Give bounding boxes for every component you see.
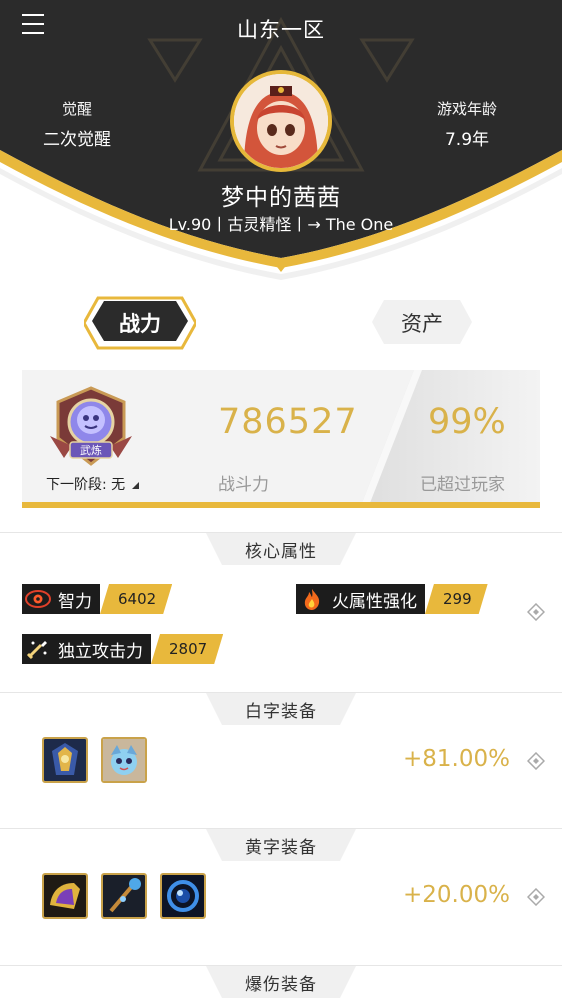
yellow-gear-title: 黄字装备: [245, 837, 317, 858]
next-stage-label[interactable]: 下一阶段: 无: [46, 474, 139, 494]
equipment-slot[interactable]: [101, 873, 147, 919]
attr-name: 独立攻击力: [54, 634, 151, 664]
server-name[interactable]: 山东一区: [0, 14, 562, 44]
percent-value: 99%: [428, 402, 506, 442]
equipment-slot[interactable]: [42, 873, 88, 919]
caret-icon: [131, 482, 139, 489]
white-gear-title: 白字装备: [245, 701, 317, 722]
avatar[interactable]: [230, 70, 332, 172]
next-stage-text: 下一阶段: 无: [46, 477, 126, 493]
tab-assets-label: 资产: [401, 312, 443, 336]
equipment-pet-icon: [103, 739, 145, 781]
attr-value-tag: 299: [425, 584, 488, 614]
equipment-slot[interactable]: [160, 873, 206, 919]
attr-name: 智力: [54, 584, 100, 614]
yellow-gear-bonus: +20.00%: [403, 882, 510, 908]
equipment-slot[interactable]: [42, 737, 88, 783]
attr-independent-attack: 独立攻击力 2807: [22, 634, 224, 664]
attr-value-tag: 2807: [151, 634, 224, 664]
tab-power[interactable]: 战力: [84, 296, 196, 350]
eye-icon: [22, 584, 54, 614]
rank-badge-text: 武炼: [80, 443, 102, 457]
power-label: 战斗力: [218, 475, 269, 495]
section-title-crit-gear: 爆伤装备: [206, 966, 356, 998]
fire-icon: [296, 584, 328, 614]
tab-power-label: 战力: [119, 312, 161, 336]
game-age-label: 游戏年龄: [436, 100, 497, 118]
power-card-accent-bar: [22, 502, 540, 508]
section-title-core: 核心属性: [206, 533, 356, 565]
equipment-shoulder-icon: [44, 875, 86, 917]
game-age-value: 7.9年: [444, 130, 490, 150]
rank-badge-icon: 武炼: [46, 384, 136, 470]
attr-value: 2807: [169, 640, 208, 658]
attr-name: 火属性强化: [328, 584, 425, 614]
player-name: 梦中的茜茜: [221, 185, 341, 211]
core-title: 核心属性: [245, 541, 317, 562]
profile-header: 山东一区 觉醒 二次觉醒 游戏年龄 7.9年 梦中的茜茜 Lv.90丨古灵精怪丨…: [0, 0, 562, 290]
avatar-portrait-icon: [234, 74, 328, 168]
crit-gear-title: 爆伤装备: [245, 974, 317, 995]
awaken-value: 二次觉醒: [43, 130, 111, 150]
tab-bar: 战力 资产: [0, 296, 562, 356]
section-title-yellow-gear: 黄字装备: [206, 829, 356, 861]
white-gear-bonus: +81.00%: [403, 746, 510, 772]
attr-intelligence: 智力 6402: [22, 584, 173, 614]
power-value: 786527: [218, 402, 358, 442]
attr-fire-enhance: 火属性强化 299: [296, 584, 488, 614]
equipment-orb-icon: [162, 875, 204, 917]
equipment-slot[interactable]: [101, 737, 147, 783]
percent-label: 已超过玩家: [420, 475, 505, 495]
game-age-stat: 游戏年龄 7.9年: [402, 98, 532, 150]
power-card: 武炼 下一阶段: 无 786527 战斗力 99% 已超过玩家: [22, 370, 540, 508]
player-info: Lv.90丨古灵精怪丨→ The One: [168, 215, 394, 234]
diamond-expand-icon[interactable]: [526, 602, 546, 622]
attr-value-tag: 6402: [100, 584, 173, 614]
equipment-armor-icon: [44, 739, 86, 781]
awaken-label: 觉醒: [61, 100, 92, 118]
awaken-stat: 觉醒 二次觉醒: [12, 98, 142, 150]
equipment-staff-icon: [103, 875, 145, 917]
sword-icon: [22, 634, 54, 664]
section-title-white-gear: 白字装备: [206, 693, 356, 725]
tab-assets[interactable]: 资产: [370, 296, 474, 350]
attr-value: 299: [443, 590, 472, 608]
diamond-expand-icon[interactable]: [526, 751, 546, 771]
attr-value: 6402: [118, 590, 157, 608]
diamond-expand-icon[interactable]: [526, 887, 546, 907]
